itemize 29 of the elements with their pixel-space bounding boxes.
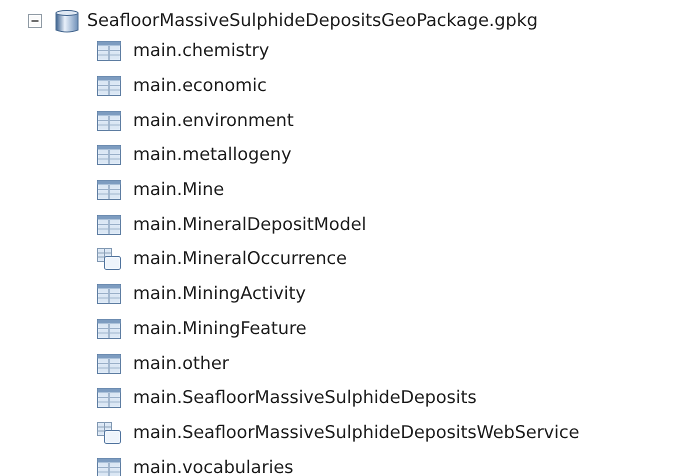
tree-item[interactable]: main.SeafloorMassiveSulphideDeposits (133, 388, 477, 408)
table-icon (97, 354, 121, 374)
table-icon (97, 180, 121, 200)
tree-item[interactable]: SeafloorMassiveSulphideDepositsGeoPackage.gpkg (87, 11, 538, 31)
table-icon (97, 214, 121, 235)
view-icon (97, 248, 121, 270)
table-icon (97, 284, 121, 304)
table-icon (97, 318, 121, 339)
tree-item[interactable]: main.environment (133, 110, 294, 131)
tree-item[interactable]: main.MiningFeature (133, 318, 307, 339)
table-icon (97, 388, 121, 408)
tree-item[interactable]: main.vocabularies (133, 458, 294, 476)
tree-item[interactable]: main.economic (133, 76, 267, 96)
view-icon (97, 422, 121, 444)
tree-item[interactable]: main.other (133, 354, 229, 374)
table-icon (97, 458, 121, 476)
table-icon (97, 110, 121, 131)
tree-item[interactable]: main.MineralOccurrence (133, 249, 347, 270)
table-icon (97, 145, 121, 166)
tree-item[interactable]: main.MiningActivity (133, 284, 306, 304)
tree-item[interactable]: main.chemistry (133, 41, 270, 62)
collapse-icon[interactable] (28, 14, 42, 28)
tree-item[interactable]: main.Mine (133, 180, 224, 200)
table-icon (97, 41, 121, 62)
tree-item[interactable]: main.SeafloorMassiveSulphideDepositsWebService (133, 422, 580, 443)
tree-item[interactable]: main.metallogeny (133, 145, 292, 166)
tree-item[interactable]: main.MineralDepositModel (133, 214, 366, 235)
table-icon (97, 76, 121, 96)
database-icon (54, 8, 80, 34)
